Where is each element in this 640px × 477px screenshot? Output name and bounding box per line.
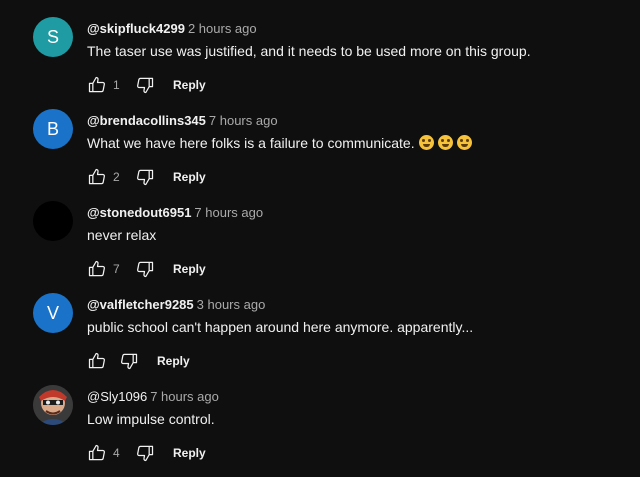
comment-actions: 2 Reply xyxy=(87,165,206,189)
comment-actions: Reply xyxy=(87,349,190,373)
like-count: 2 xyxy=(113,170,120,184)
grinning-face-emoji xyxy=(437,135,453,150)
dislike-icon[interactable] xyxy=(135,167,155,187)
comment-header: @brendacollins345 7 hours ago xyxy=(87,113,278,129)
reply-button[interactable]: Reply xyxy=(173,446,206,460)
comment-thread-item: @stonedout6951 7 hours ago never relax 7 … xyxy=(0,201,640,293)
cartoon-character-avatar-icon xyxy=(33,385,73,425)
reply-button[interactable]: Reply xyxy=(173,170,206,184)
comment-actions: 1 Reply xyxy=(87,73,206,97)
avatar[interactable]: S xyxy=(33,17,73,57)
avatar[interactable] xyxy=(33,201,73,241)
author-handle[interactable]: @brendacollins345 xyxy=(87,113,206,128)
reply-button[interactable]: Reply xyxy=(157,354,190,368)
timestamp[interactable]: 7 hours ago xyxy=(194,205,263,220)
like-icon[interactable] xyxy=(87,443,107,463)
like-icon[interactable] xyxy=(87,351,107,371)
comment-header: @skipfluck4299 2 hours ago xyxy=(87,21,257,37)
comment-thread-item: V @valfletcher9285 3 hours ago public sch… xyxy=(0,293,640,385)
like-count: 1 xyxy=(113,78,120,92)
reply-button[interactable]: Reply xyxy=(173,78,206,92)
author-handle[interactable]: @Sly1096 xyxy=(87,389,147,404)
comment-header: @stonedout6951 7 hours ago xyxy=(87,205,263,221)
dislike-icon[interactable] xyxy=(135,75,155,95)
like-icon[interactable] xyxy=(87,167,107,187)
timestamp[interactable]: 7 hours ago xyxy=(209,113,278,128)
comment-header: @Sly1096 7 hours ago xyxy=(87,389,219,405)
timestamp[interactable]: 2 hours ago xyxy=(188,21,257,36)
comment-text: The taser use was justified, and it need… xyxy=(87,43,531,59)
avatar[interactable] xyxy=(33,385,73,425)
comment-text: public school can't happen around here a… xyxy=(87,319,474,335)
timestamp[interactable]: 7 hours ago xyxy=(150,389,219,404)
author-handle[interactable]: @skipfluck4299 xyxy=(87,21,185,36)
comment-text-body: What we have here folks is a failure to … xyxy=(87,135,415,151)
comment-text: What we have here folks is a failure to … xyxy=(87,133,472,153)
author-handle[interactable]: @valfletcher9285 xyxy=(87,297,194,312)
grinning-face-emoji xyxy=(456,135,472,150)
grinning-face-emoji xyxy=(418,135,434,150)
avatar[interactable]: B xyxy=(33,109,73,149)
comment-thread-item: B @brendacollins345 7 hours ago What we h… xyxy=(0,109,640,201)
like-icon[interactable] xyxy=(87,75,107,95)
like-icon[interactable] xyxy=(87,259,107,279)
comment-text: never relax xyxy=(87,227,157,243)
comment-actions: 7 Reply xyxy=(87,257,206,281)
dislike-icon[interactable] xyxy=(119,351,139,371)
like-count: 4 xyxy=(113,446,120,460)
avatar[interactable]: V xyxy=(33,293,73,333)
comment-header: @valfletcher9285 3 hours ago xyxy=(87,297,265,313)
author-handle[interactable]: @stonedout6951 xyxy=(87,205,191,220)
dislike-icon[interactable] xyxy=(135,443,155,463)
reply-button[interactable]: Reply xyxy=(173,262,206,276)
timestamp[interactable]: 3 hours ago xyxy=(197,297,266,312)
comment-thread-item: @Sly1096 7 hours ago Low impulse control.… xyxy=(0,385,640,477)
comment-text: Low impulse control. xyxy=(87,411,215,427)
dislike-icon[interactable] xyxy=(135,259,155,279)
comment-actions: 4 Reply xyxy=(87,441,206,465)
comment-thread-item: S @skipfluck4299 2 hours ago The taser us… xyxy=(0,17,640,109)
like-count: 7 xyxy=(113,262,120,276)
